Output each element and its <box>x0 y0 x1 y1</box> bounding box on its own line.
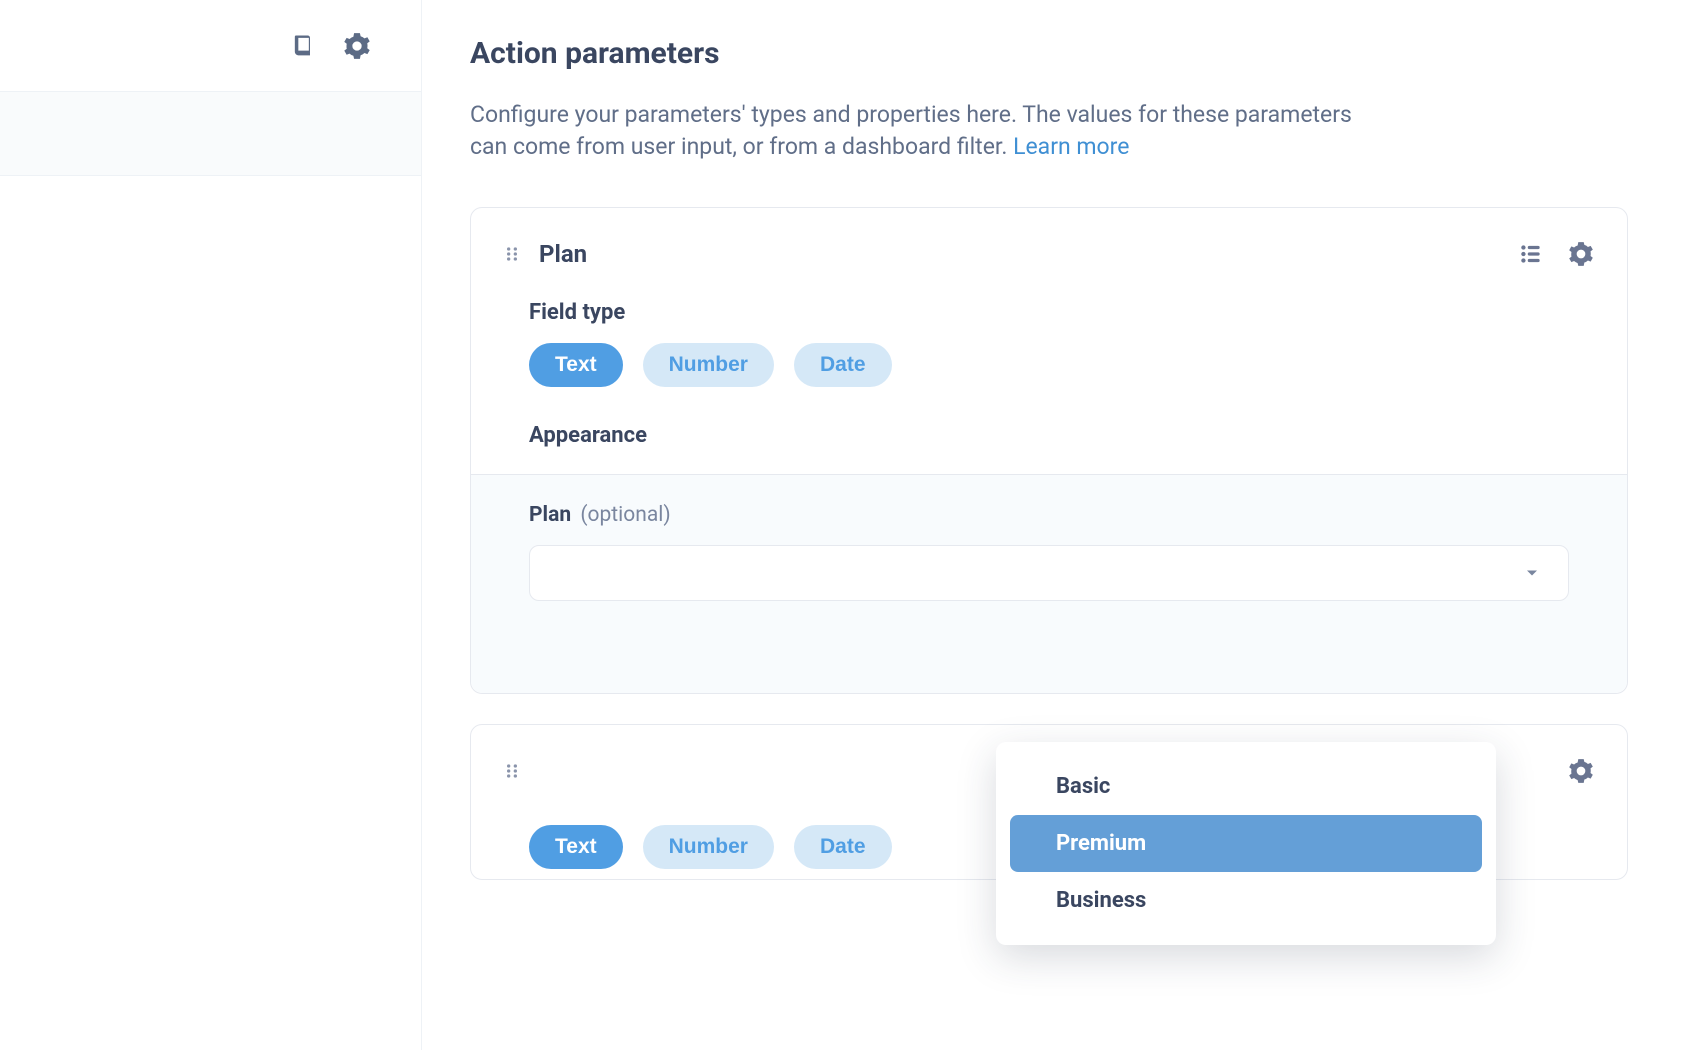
field-type-label: Field type <box>529 300 1569 325</box>
main-content: Action parameters Configure your paramet… <box>422 0 1684 1050</box>
field-type-date[interactable]: Date <box>794 825 892 869</box>
appearance-label: Appearance <box>529 423 1569 448</box>
card-title: Plan <box>539 240 1499 268</box>
drag-handle-icon[interactable] <box>501 243 523 265</box>
dropdown-option-basic[interactable]: Basic <box>1010 758 1482 815</box>
field-type-text[interactable]: Text <box>529 343 623 387</box>
footer-field-label: Plan (optional) <box>529 503 1569 527</box>
gear-icon[interactable] <box>341 30 373 62</box>
dropdown-option-business[interactable]: Business <box>1010 872 1482 929</box>
plan-select[interactable] <box>529 545 1569 601</box>
field-type-number[interactable]: Number <box>643 825 774 869</box>
gear-icon[interactable] <box>1565 755 1597 787</box>
page-description-text: Configure your parameters' types and pro… <box>470 101 1352 160</box>
page-description: Configure your parameters' types and pro… <box>470 99 1390 163</box>
gear-icon[interactable] <box>1565 238 1597 270</box>
sidebar-toolbar <box>0 0 421 92</box>
field-type-options: Text Number Date <box>529 343 1569 387</box>
card-body: Field type Text Number Date Appearance <box>471 270 1627 474</box>
parameter-card-plan: Plan Field type Text Number Date A <box>470 207 1628 694</box>
sidebar <box>0 0 422 1050</box>
card-header-actions <box>1565 755 1597 787</box>
book-icon[interactable] <box>287 30 319 62</box>
plan-dropdown: Basic Premium Business <box>996 742 1496 945</box>
dropdown-option-premium[interactable]: Premium <box>1010 815 1482 872</box>
sidebar-band <box>0 92 421 176</box>
chevron-down-icon <box>1522 563 1542 583</box>
footer-field-optional: (optional) <box>580 503 670 527</box>
field-type-number[interactable]: Number <box>643 343 774 387</box>
card-header-actions <box>1515 238 1597 270</box>
field-type-date[interactable]: Date <box>794 343 892 387</box>
list-icon[interactable] <box>1515 238 1547 270</box>
card-footer: Plan (optional) <box>471 474 1627 693</box>
page-title: Action parameters <box>470 36 1628 71</box>
footer-field-name: Plan <box>529 503 571 527</box>
card-header: Plan <box>471 208 1627 270</box>
field-type-text[interactable]: Text <box>529 825 623 869</box>
drag-handle-icon[interactable] <box>501 760 523 782</box>
learn-more-link[interactable]: Learn more <box>1013 133 1129 160</box>
